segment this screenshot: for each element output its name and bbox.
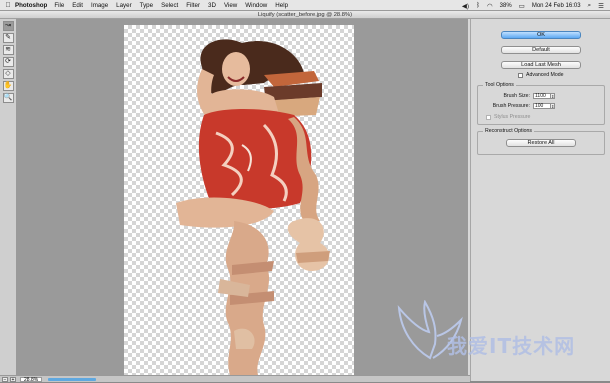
menubar-status-area: ◀) ᛒ ◠ 38% ▭ Mon 24 Feb 16:03 ⌕ ☰ — [462, 0, 610, 11]
brush-size-row: Brush Size: 1100 ⇕ — [478, 93, 555, 99]
menu-select[interactable]: Select — [161, 2, 178, 9]
smooth-tool-icon[interactable]: ≋ — [2, 45, 14, 55]
wifi-icon[interactable]: ◠ — [487, 2, 493, 10]
spotlight-icon[interactable]: ⌕ — [588, 2, 592, 10]
progress-bar — [48, 377, 97, 381]
brush-size-input[interactable]: 1100 — [533, 93, 551, 99]
liquify-toolbar: ↝ ✎ ≋ ⟳ ◇ ✋ 🔍 — [0, 19, 17, 375]
window-title: Liquify (scatter_before.jpg @ 28.8%) — [0, 11, 610, 19]
reconstruct-options-group: Reconstruct Options Restore All — [477, 128, 605, 155]
restore-all-button[interactable]: Restore All — [506, 139, 576, 147]
menu-help[interactable]: Help — [275, 2, 288, 9]
notification-center-icon[interactable]: ☰ — [598, 2, 604, 10]
twirl-tool-icon[interactable]: ⟳ — [2, 57, 14, 67]
preview-area[interactable] — [16, 19, 468, 375]
options-panel: OK Default Load Last Mesh Advanced Mode … — [470, 19, 610, 381]
clock[interactable]: Mon 24 Feb 16:03 — [532, 3, 581, 9]
zoom-tool-icon[interactable]: 🔍 — [2, 93, 14, 103]
document-canvas[interactable] — [124, 25, 354, 375]
menu-filter[interactable]: Filter — [186, 2, 200, 9]
stylus-pressure-label: Stylus Pressure — [494, 114, 531, 120]
brush-pressure-stepper[interactable]: ⇕ — [551, 103, 555, 109]
battery-percent: 38% — [499, 2, 512, 9]
menu-window[interactable]: Window — [245, 2, 267, 9]
advanced-mode-checkbox[interactable] — [518, 72, 523, 78]
liquify-window: Liquify (scatter_before.jpg @ 28.8%) ↝ ✎… — [0, 11, 610, 382]
volume-icon[interactable]: ◀) — [462, 2, 469, 10]
ok-button[interactable]: OK — [501, 31, 581, 39]
forward-warp-tool-icon[interactable]: ↝ — [2, 21, 14, 31]
apple-menu-icon[interactable]:  — [3, 2, 13, 9]
battery-icon[interactable]: ▭ — [519, 2, 525, 10]
brush-pressure-input[interactable]: 100 — [533, 103, 551, 109]
stylus-pressure-checkbox[interactable] — [486, 114, 491, 120]
advanced-mode-row[interactable]: Advanced Mode — [518, 72, 564, 78]
brush-size-label: Brush Size: — [503, 93, 530, 99]
stylus-pressure-row[interactable]: Stylus Pressure — [486, 114, 530, 120]
tool-options-group: Tool Options Brush Size: 1100 ⇕ Brush Pr… — [477, 82, 605, 125]
menu-file[interactable]: File — [54, 2, 64, 9]
hand-tool-icon[interactable]: ✋ — [2, 81, 14, 91]
menu-view[interactable]: View — [224, 2, 237, 9]
menu-type[interactable]: Type — [140, 2, 153, 9]
brush-pressure-label: Brush Pressure: — [492, 103, 530, 109]
pucker-tool-icon[interactable]: ◇ — [2, 69, 14, 79]
mac-menubar:  Photoshop File Edit Image Layer Type S… — [0, 0, 610, 11]
menu-layer[interactable]: Layer — [116, 2, 131, 9]
menu-3d[interactable]: 3D — [208, 2, 216, 9]
bluetooth-icon[interactable]: ᛒ — [476, 2, 480, 9]
menu-app-name[interactable]: Photoshop — [15, 2, 47, 9]
menu-edit[interactable]: Edit — [72, 2, 83, 9]
advanced-mode-label: Advanced Mode — [526, 72, 564, 78]
brush-size-stepper[interactable]: ⇕ — [551, 93, 555, 99]
reconstruct-tool-icon[interactable]: ✎ — [2, 33, 14, 43]
load-last-mesh-button[interactable]: Load Last Mesh — [501, 61, 581, 69]
brush-pressure-row: Brush Pressure: 100 ⇕ — [478, 103, 555, 109]
reconstruct-options-title: Reconstruct Options — [483, 128, 534, 134]
tool-options-title: Tool Options — [483, 82, 516, 88]
distorted-figure-image — [176, 39, 330, 375]
default-button[interactable]: Default — [501, 46, 581, 54]
menu-image[interactable]: Image — [91, 2, 108, 9]
